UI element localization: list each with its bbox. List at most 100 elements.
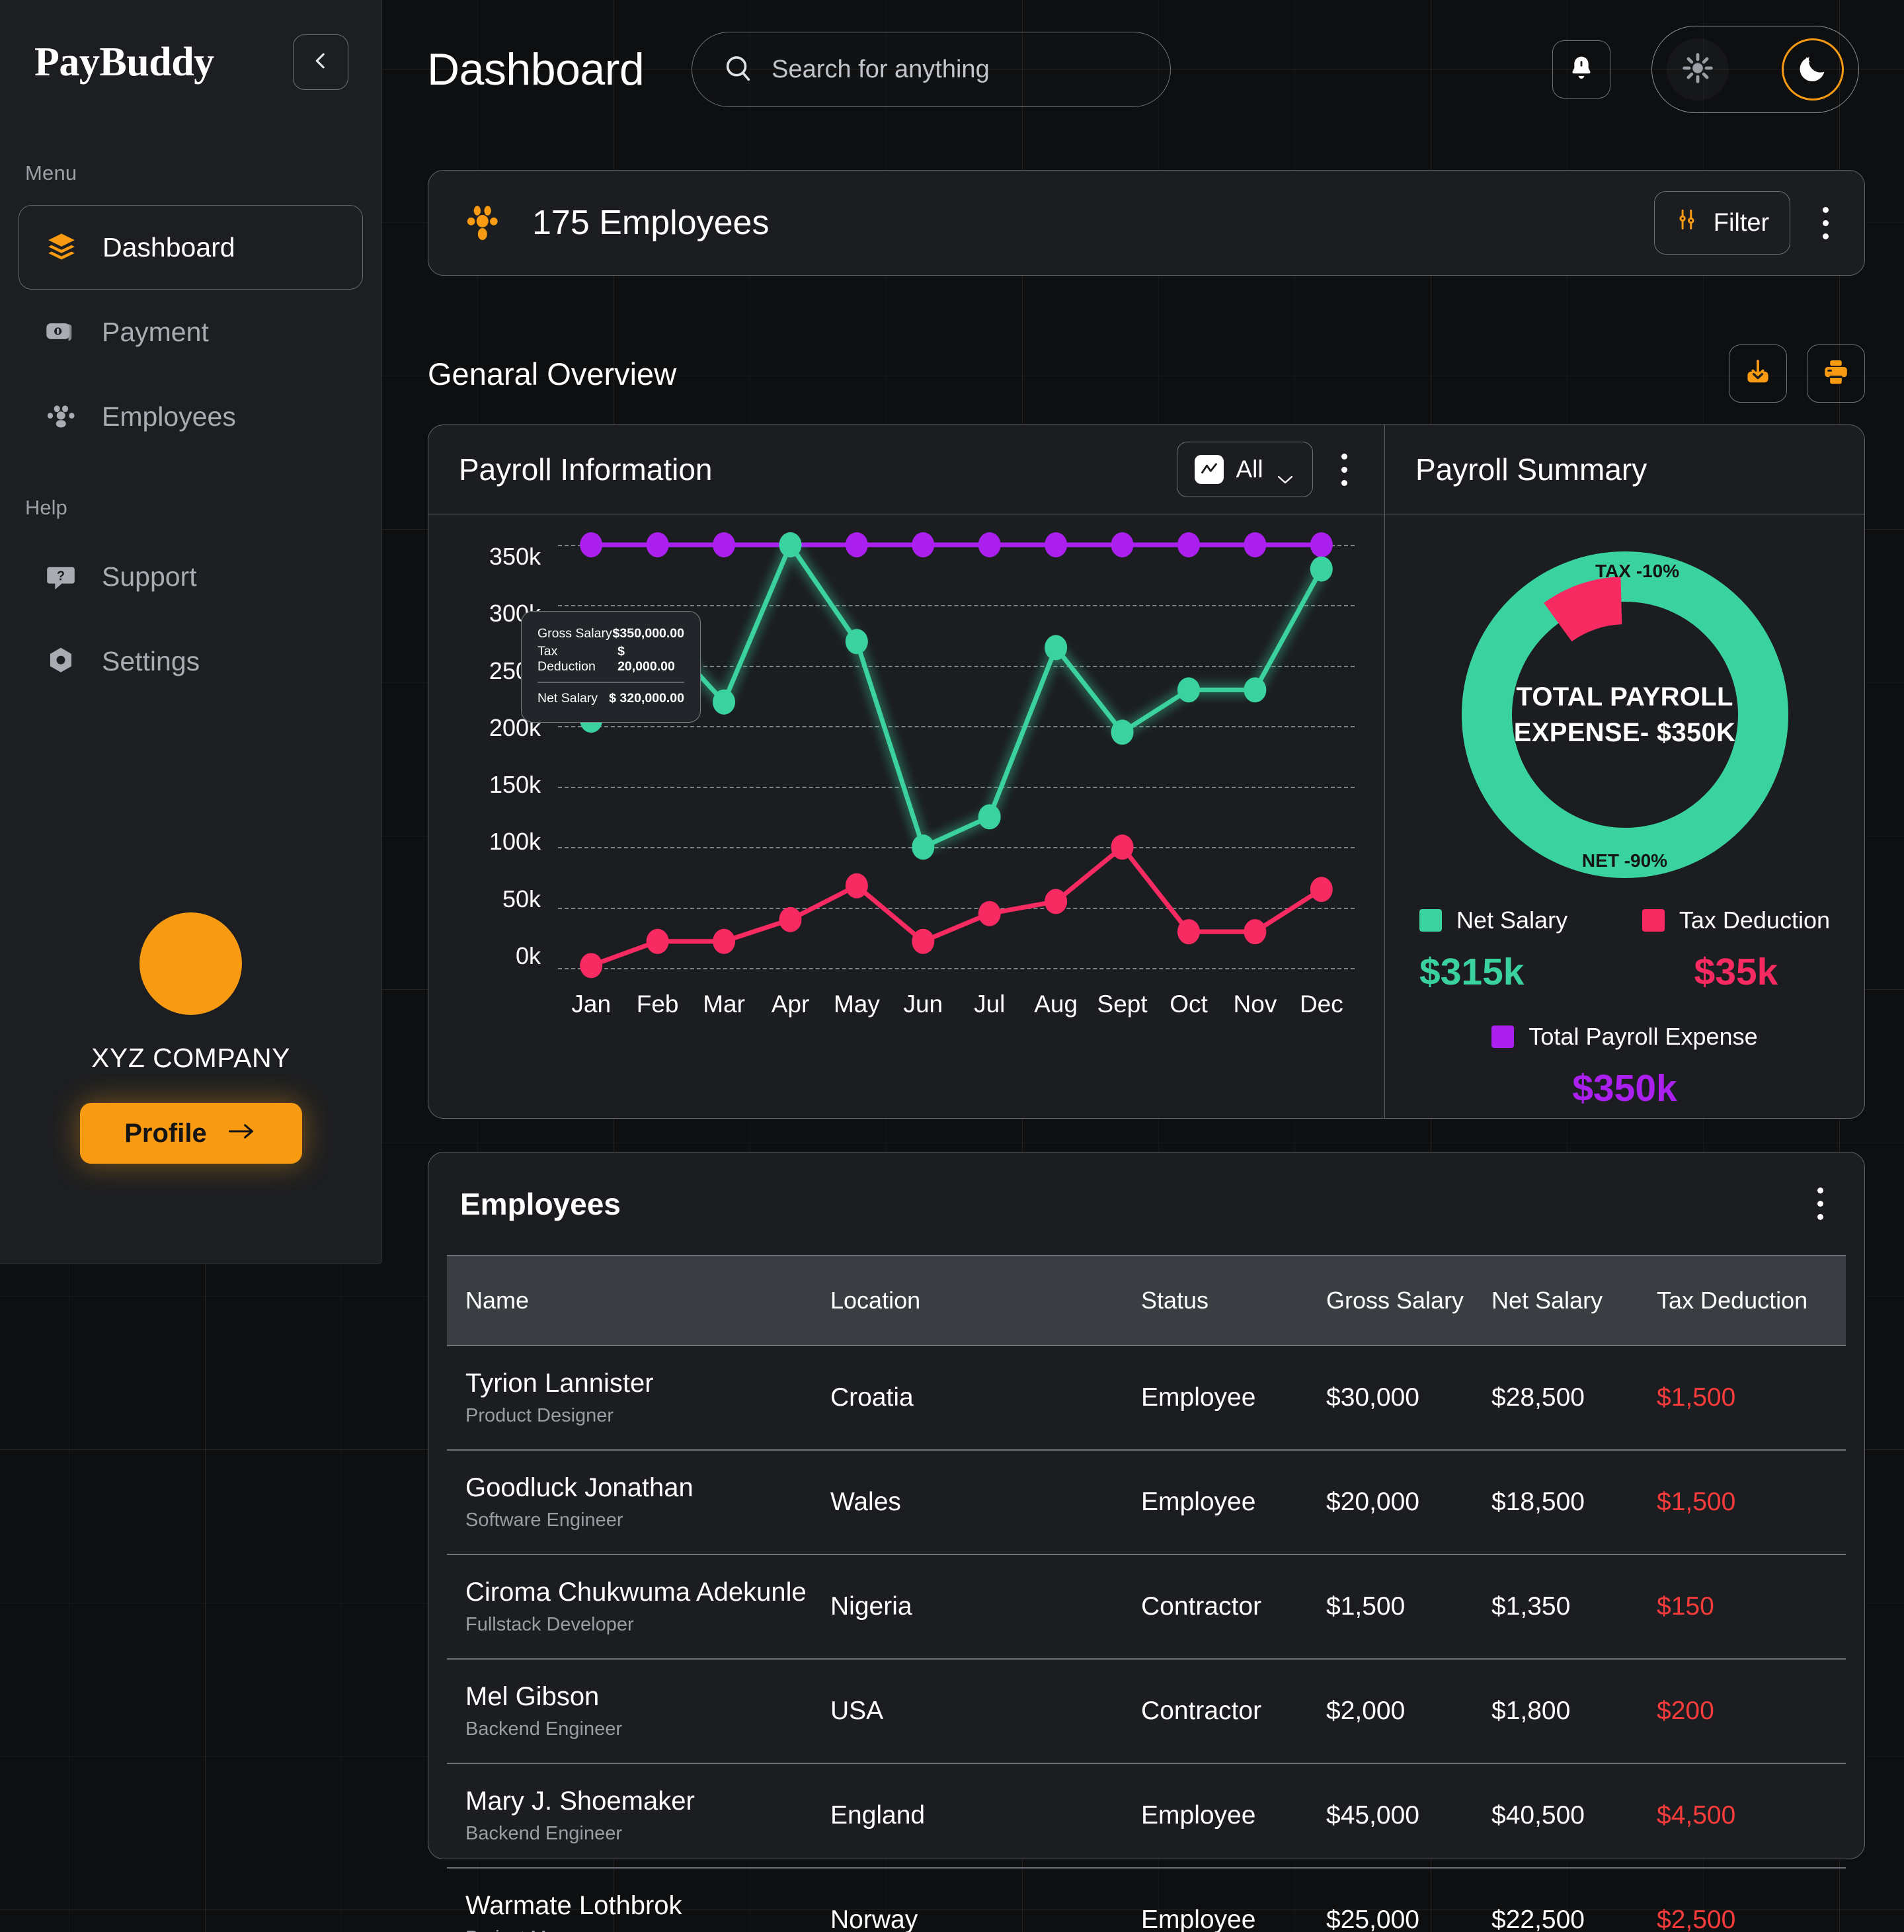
employees-table-more-options-button[interactable]: [1813, 1187, 1827, 1220]
chart-data-point[interactable]: [713, 928, 736, 954]
sidebar-item-employees[interactable]: Employees: [19, 374, 363, 459]
chart-data-point[interactable]: [779, 532, 802, 557]
table-row[interactable]: Warmate Lothbrok Project ManagerNorwayEmp…: [447, 1868, 1846, 1932]
avatar: [139, 912, 242, 1015]
employee-role: Fullstack Developer: [465, 1614, 634, 1635]
cell-net-salary: $1,350: [1491, 1554, 1657, 1660]
tooltip-gross-label: Gross Salary: [537, 626, 612, 641]
banner-more-options-button[interactable]: [1818, 206, 1833, 239]
column-header-net-salary[interactable]: Net Salary: [1491, 1255, 1657, 1346]
theme-toggle[interactable]: [1651, 26, 1859, 113]
chart-data-point[interactable]: [1045, 889, 1068, 914]
sidebar-item-payment[interactable]: Payment: [19, 290, 363, 374]
profile-button[interactable]: Profile: [79, 1103, 302, 1164]
filter-button-label: Filter: [1713, 208, 1770, 237]
cell-net-salary: $28,500: [1491, 1346, 1657, 1451]
chart-data-point[interactable]: [646, 928, 669, 954]
tooltip-net-label: Net Salary: [537, 690, 598, 705]
download-button[interactable]: [1729, 344, 1787, 403]
filter-button[interactable]: Filter: [1654, 191, 1790, 255]
chart-data-point[interactable]: [1045, 635, 1068, 661]
theme-option-light[interactable]: [1667, 38, 1729, 101]
payroll-line-chart: 350k 300k 250k 200k 150k 100k 50k 0k Jan…: [428, 514, 1384, 1118]
chart-data-point[interactable]: [1310, 532, 1333, 557]
table-row[interactable]: Mary J. Shoemaker Backend Engineer England…: [447, 1763, 1846, 1869]
chart-data-point[interactable]: [845, 532, 868, 557]
table-header-row: Name Location Status Gross Salary Net Sa…: [447, 1255, 1846, 1346]
sidebar-item-label: Dashboard: [102, 231, 235, 262]
chart-data-point[interactable]: [1111, 532, 1134, 557]
chart-range-select[interactable]: All: [1177, 442, 1313, 497]
chart-data-point[interactable]: [912, 532, 935, 557]
sidebar-item-dashboard[interactable]: Dashboard: [19, 205, 363, 290]
column-header-status[interactable]: Status: [1141, 1255, 1326, 1346]
chart-data-point[interactable]: [978, 532, 1001, 557]
table-row[interactable]: Ciroma Chukwuma Adekunle Fullstack Develo…: [447, 1554, 1846, 1660]
chart-data-point[interactable]: [1244, 677, 1267, 703]
chart-data-point[interactable]: [580, 532, 603, 557]
chart-data-point[interactable]: [1111, 719, 1134, 745]
column-header-name[interactable]: Name: [447, 1255, 830, 1346]
cell-location: Croatia: [830, 1346, 1141, 1451]
chart-data-point[interactable]: [1310, 877, 1333, 903]
table-row[interactable]: Goodluck Jonathan Software Engineer Wales E…: [447, 1450, 1846, 1555]
print-button[interactable]: [1807, 344, 1865, 403]
notifications-button[interactable]: [1552, 40, 1610, 99]
chart-data-point[interactable]: [580, 953, 603, 979]
cell-location: Norway: [830, 1868, 1141, 1932]
legend-tax-deduction-value: $35k: [1694, 951, 1778, 993]
table-row[interactable]: Mel Gibson Backend Engineer USA Contractor $…: [447, 1659, 1846, 1764]
chart-data-point[interactable]: [646, 532, 669, 557]
table-row[interactable]: Tyrion Lannister Product Designer Croatia E…: [447, 1346, 1846, 1451]
search-input[interactable]: [772, 55, 1140, 84]
collapse-sidebar-button[interactable]: [293, 34, 348, 90]
x-tick-label: Jul: [974, 990, 1006, 1018]
line-chart-icon: [1195, 455, 1224, 484]
help-section-label: Help: [25, 496, 67, 519]
theme-option-dark[interactable]: [1782, 38, 1844, 101]
cell-net-salary: $1,800: [1491, 1659, 1657, 1764]
legend-total-payroll-value: $350k: [1572, 1067, 1677, 1109]
chart-data-point[interactable]: [1310, 556, 1333, 582]
chart-data-point[interactable]: [912, 928, 935, 954]
chart-data-point[interactable]: [779, 906, 802, 932]
chart-data-point[interactable]: [845, 873, 868, 899]
arrow-right-icon: [227, 1119, 257, 1148]
chart-data-point[interactable]: [1177, 919, 1200, 945]
chart-data-point[interactable]: [1177, 677, 1200, 703]
column-header-location[interactable]: Location: [830, 1255, 1141, 1346]
column-header-tax-deduction[interactable]: Tax Deduction: [1657, 1255, 1846, 1346]
chart-data-point[interactable]: [1111, 834, 1134, 860]
summary-legend: Net Salary $315k Tax Deduction $35k Tota…: [1385, 906, 1864, 1110]
cell-gross-salary: $20,000: [1326, 1450, 1491, 1555]
chart-data-point[interactable]: [713, 532, 736, 557]
cell-name: Ciroma Chukwuma Adekunle Fullstack Develo…: [447, 1554, 830, 1660]
money-icon: [44, 315, 78, 349]
profile-button-label: Profile: [124, 1118, 207, 1148]
cell-gross-salary: $45,000: [1326, 1763, 1491, 1869]
cell-location: England: [830, 1763, 1141, 1869]
payroll-summary-card: Payroll Summary TAX -10% NET -90% TOTAL …: [1384, 424, 1865, 1119]
x-tick-label: Mar: [703, 990, 745, 1018]
cell-location: Nigeria: [830, 1554, 1141, 1660]
column-header-gross-salary[interactable]: Gross Salary: [1326, 1255, 1491, 1346]
chart-data-point[interactable]: [912, 834, 935, 860]
employee-role: Backend Engineer: [465, 1823, 622, 1844]
tooltip-gross-value: $350,000.00: [612, 626, 684, 641]
chart-data-point[interactable]: [1177, 532, 1200, 557]
chart-data-point[interactable]: [1244, 532, 1267, 557]
chart-data-point[interactable]: [713, 689, 736, 715]
cell-name: Mel Gibson Backend Engineer: [447, 1659, 830, 1764]
chart-data-point[interactable]: [1244, 919, 1267, 945]
sidebar-item-support[interactable]: ? Support: [19, 534, 363, 619]
overview-title: Genaral Overview: [428, 356, 677, 391]
chart-data-point[interactable]: [978, 901, 1001, 926]
cell-net-salary: $40,500: [1491, 1763, 1657, 1869]
chart-data-point[interactable]: [1045, 532, 1068, 557]
payroll-card-more-options-button[interactable]: [1337, 453, 1351, 486]
sidebar-item-settings[interactable]: Settings: [19, 619, 363, 704]
search-bar[interactable]: [692, 32, 1171, 107]
chart-data-point[interactable]: [845, 629, 868, 655]
legend-top-row: Net Salary $315k Tax Deduction $35k: [1419, 906, 1830, 994]
chart-data-point[interactable]: [978, 804, 1001, 830]
